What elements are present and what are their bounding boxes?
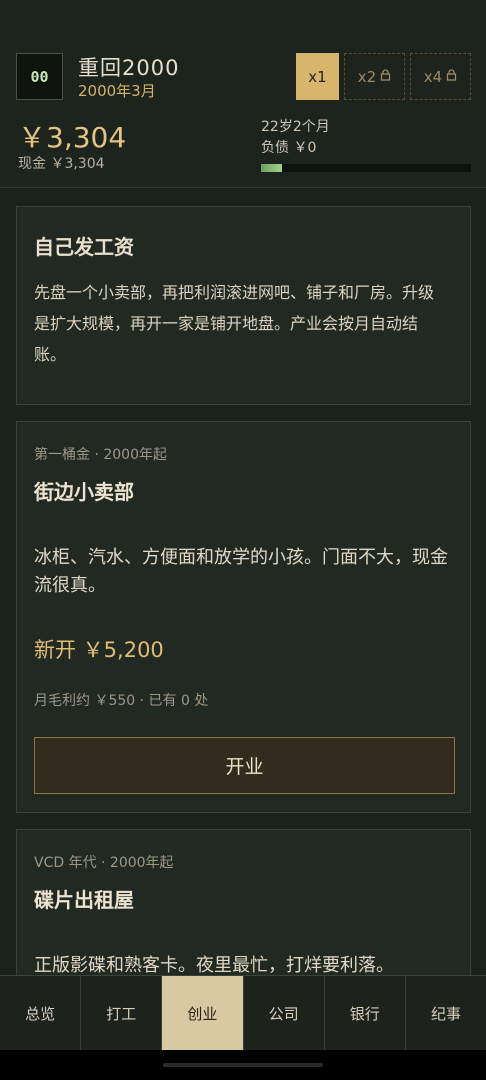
- intro-title: 自己发工资: [34, 235, 134, 259]
- speed-x4-button[interactable]: x4: [410, 53, 471, 100]
- cash-detail: 现金 ￥3,304: [18, 156, 105, 172]
- status-header: 00 重回2000 2000年3月 x1 x2 x4 ￥3,304 现金 ￥3,…: [0, 0, 486, 188]
- speed-label: x4: [423, 67, 443, 86]
- business-stats: 月毛利约 ￥550 · 已有 0 处: [34, 693, 209, 709]
- open-business-button[interactable]: 开业: [34, 737, 455, 794]
- nav-tab-business[interactable]: 创业: [162, 976, 244, 1050]
- business-title: 碟片出租屋: [34, 888, 134, 912]
- nav-tab-bank[interactable]: 银行: [325, 976, 406, 1050]
- debt-display: 负债 ￥0: [261, 140, 317, 156]
- age-progress-fill: [261, 164, 282, 172]
- intro-card: 自己发工资 先盘一个小卖部，再把利润滚进网吧、铺子和厂房。升级是扩大规模，再开一…: [16, 206, 471, 405]
- cash-total: ￥3,304: [18, 121, 127, 154]
- app-root: 00 重回2000 2000年3月 x1 x2 x4 ￥3,304 现金 ￥3,…: [0, 0, 486, 1080]
- lock-icon: [446, 69, 457, 84]
- business-meta: VCD 年代 · 2000年起: [34, 855, 174, 871]
- nav-tab-overview[interactable]: 总览: [0, 976, 82, 1050]
- game-title: 重回2000: [78, 56, 180, 80]
- nav-tab-chronicle[interactable]: 纪事: [406, 976, 486, 1050]
- game-date: 2000年3月: [78, 82, 156, 100]
- business-price: 新开 ￥5,200: [34, 638, 164, 662]
- business-meta: 第一桶金 · 2000年起: [34, 447, 167, 463]
- business-title: 街边小卖部: [34, 480, 134, 504]
- gesture-bar[interactable]: [163, 1063, 323, 1067]
- age-display: 22岁2个月: [261, 119, 330, 135]
- system-gesture-area: [0, 1050, 486, 1080]
- nav-tab-work[interactable]: 打工: [81, 976, 163, 1050]
- nav-tab-company[interactable]: 公司: [244, 976, 325, 1050]
- intro-body: 先盘一个小卖部，再把利润滚进网吧、铺子和厂房。升级是扩大规模，再开一家是铺开地盘…: [34, 283, 435, 364]
- speed-label: x1: [308, 67, 327, 86]
- lock-icon: [380, 69, 391, 84]
- bottom-nav: 总览 打工 创业 公司 银行 纪事: [0, 975, 486, 1050]
- business-card-store: 第一桶金 · 2000年起 街边小卖部 冰柜、汽水、方便面和放学的小孩。门面不大…: [16, 421, 471, 813]
- business-description: 冰柜、汽水、方便面和放学的小孩。门面不大，现金流很真。: [34, 547, 448, 596]
- speed-x1-button[interactable]: x1: [296, 53, 339, 100]
- speed-x2-button[interactable]: x2: [344, 53, 405, 100]
- avatar[interactable]: 00: [16, 53, 63, 100]
- speed-label: x2: [357, 67, 377, 86]
- age-progress-bar: [261, 164, 471, 172]
